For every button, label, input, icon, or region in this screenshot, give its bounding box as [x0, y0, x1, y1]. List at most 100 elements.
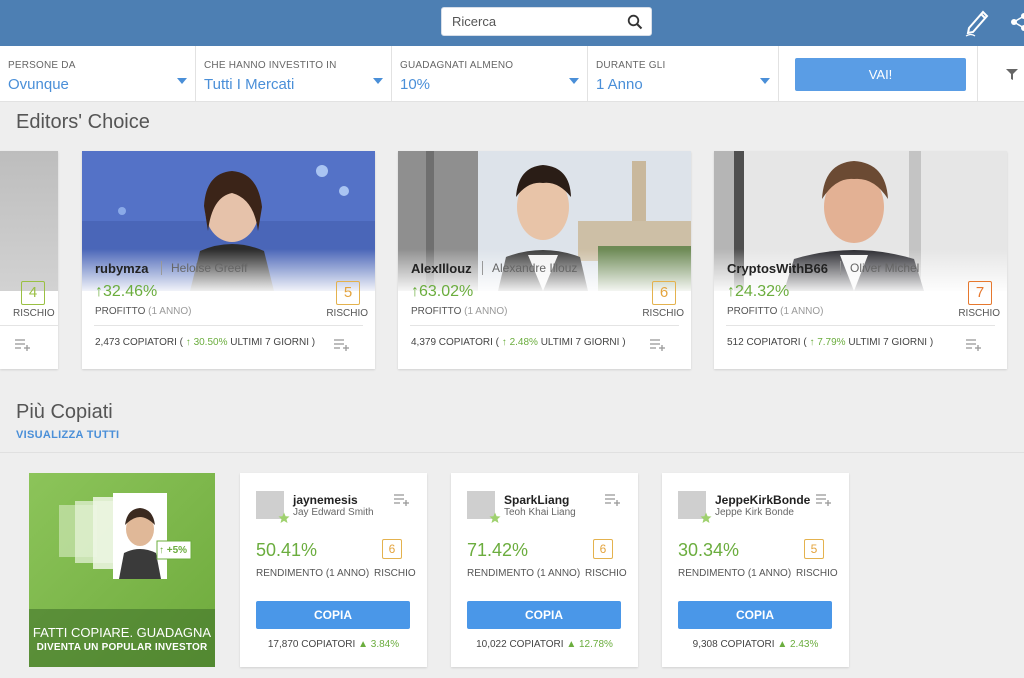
most-copied-card[interactable]: SparkLiang Teoh Khai Liang 71.42% RENDIM… [451, 473, 638, 667]
most-copied-card[interactable]: JeppeKirkBonde Jeppe Kirk Bonde 30.34% R… [662, 473, 849, 667]
share-icon[interactable] [1010, 12, 1024, 32]
filter-invested-in[interactable]: CHE HANNO INVESTITO IN Tutti I Mercati [196, 46, 392, 102]
arrow-up-icon: ↑ [95, 283, 103, 300]
filter-people-from[interactable]: PERSONE DA Ovunque [0, 46, 196, 102]
arrow-up-icon: ↑ [185, 337, 191, 348]
profit-percent: 63.02% [419, 283, 474, 300]
search-input[interactable] [452, 14, 622, 29]
profit-label: PROFITTO (1 ANNO) [727, 306, 824, 317]
profit-label-text: PROFITTO [411, 306, 462, 317]
arrow-up-icon: ▲ [777, 639, 788, 650]
profit-period: (1 ANNO) [148, 306, 192, 317]
trader-fullname: Alexandre Illouz [482, 261, 577, 275]
copiers-change: 12.78% [579, 639, 613, 650]
filter-min-gain[interactable]: GUADAGNATI ALMENO 10% [392, 46, 588, 102]
editor-card[interactable]: CryptosWithB66 Oliver Michel ↑24.32% PRO… [714, 151, 1007, 369]
trader-fullname: Oliver Michel [840, 261, 919, 275]
most-copied-title: Più Copiati [16, 401, 113, 423]
trader-username[interactable]: AlexIllouz [411, 261, 472, 276]
most-copied-card[interactable]: jaynemesis Jay Edward Smith 50.41% RENDI… [240, 473, 427, 667]
promo-headline: FATTI COPIARE. GUADAGNA [32, 625, 212, 640]
risk-label: RISCHIO [796, 568, 838, 579]
profit-label: PROFITTO (1 ANNO) [95, 306, 192, 317]
copiers-count: 4,379 COPIATORI ( [411, 337, 499, 348]
risk-label: RISCHIO [958, 308, 1000, 319]
risk-label: RISCHIO [642, 308, 684, 319]
filter-label: CHE HANNO INVESTITO IN [204, 60, 337, 71]
profit-label-text: PROFITTO [95, 306, 146, 317]
profit-value: ↑24.32% [727, 283, 789, 301]
copiers-change: 30.50% [193, 337, 228, 348]
caret-down-icon [569, 78, 579, 84]
arrow-up-icon: ↑ [727, 283, 735, 300]
trader-fullname: Jay Edward Smith [293, 507, 374, 518]
trader-username[interactable]: CryptosWithB66 [727, 261, 828, 276]
editor-card-partial[interactable]: 4 RISCHIO [0, 151, 58, 369]
promo-badge-text: +5% [166, 545, 188, 556]
profit-label-text: PROFITTO [727, 306, 778, 317]
copiers-stats: 9,308 COPIATORI ▲ 2.43% [662, 639, 849, 650]
trader-username[interactable]: jaynemesis [293, 493, 358, 507]
promo-subline: DIVENTA UN POPULAR INVESTOR [36, 642, 208, 653]
risk-score: 6 [652, 281, 676, 305]
divider [410, 325, 679, 326]
filter-label: PERSONE DA [8, 60, 76, 71]
profit-period: (1 ANNO) [464, 306, 508, 317]
filter-value: 10% [400, 76, 431, 93]
copiers-stats: 2,473 COPIATORI ( ↑ 30.50% ULTIMI 7 GIOR… [95, 337, 315, 348]
copiers-count: 17,870 COPIATORI [267, 639, 356, 650]
risk-score: 7 [968, 281, 992, 305]
editor-card[interactable]: AlexIllouz Alexandre Illouz ↑63.02% PROF… [398, 151, 691, 369]
trader-username[interactable]: rubymza [95, 261, 148, 276]
go-button[interactable]: VAI! [795, 58, 966, 91]
arrow-up-icon: ▲ [566, 639, 577, 650]
star-icon [278, 512, 290, 523]
copiers-count: 10,022 COPIATORI [476, 639, 564, 650]
copy-button[interactable]: COPIA [467, 601, 621, 629]
add-to-list-icon[interactable] [605, 494, 621, 506]
caret-down-icon [177, 78, 187, 84]
trader-fullname: Jeppe Kirk Bonde [715, 507, 794, 518]
risk-score: 6 [382, 539, 402, 559]
copiers-change: 7.79% [817, 337, 846, 348]
risk-label: RISCHIO [13, 308, 55, 319]
gain-value: 50.41% [256, 540, 318, 560]
view-all-link[interactable]: VISUALIZZA TUTTI [16, 429, 119, 441]
add-to-list-icon[interactable] [394, 494, 410, 506]
gain-value: 71.42% [467, 540, 529, 560]
copy-button[interactable]: COPIA [678, 601, 832, 629]
popular-investor-promo[interactable]: ↑ +5% FATTI COPIARE. GUADAGNA DIVENTA UN… [29, 473, 215, 667]
section-divider [0, 452, 1024, 453]
gain-value: 30.34% [678, 540, 740, 560]
promo-illustration [59, 493, 192, 579]
pencil-icon[interactable] [963, 6, 993, 38]
filter-period[interactable]: DURANTE GLI 1 Anno [588, 46, 779, 102]
search-icon[interactable] [627, 14, 643, 30]
trader-username[interactable]: JeppeKirkBonde [715, 493, 810, 507]
add-to-list-icon[interactable] [15, 339, 31, 351]
filter-value: Ovunque [8, 76, 69, 93]
promo-badge: ↑ +5% [159, 545, 187, 556]
star-icon [700, 512, 712, 523]
copy-button[interactable]: COPIA [256, 601, 410, 629]
caret-down-icon [373, 78, 383, 84]
arrow-up-icon: ↑ [411, 283, 419, 300]
copiers-change: 2.43% [790, 639, 819, 650]
risk-score: 6 [593, 539, 613, 559]
top-bar [0, 0, 1024, 46]
add-to-list-icon[interactable] [966, 339, 982, 351]
risk-score: 5 [336, 281, 360, 305]
gain-label: RENDIMENTO (1 ANNO) [467, 568, 581, 579]
gain-label: RENDIMENTO (1 ANNO) [256, 568, 370, 579]
funnel-icon[interactable] [1006, 69, 1018, 80]
add-to-list-icon[interactable] [816, 494, 832, 506]
arrow-up-icon: ↑ [159, 545, 164, 556]
trader-username[interactable]: SparkLiang [504, 493, 569, 507]
editor-card[interactable]: rubymza Heloise Greeff ↑32.46% PROFITTO … [82, 151, 375, 369]
divider [94, 325, 363, 326]
filter-label: DURANTE GLI [596, 60, 666, 71]
add-to-list-icon[interactable] [334, 339, 350, 351]
add-to-list-icon[interactable] [650, 339, 666, 351]
search-box[interactable] [441, 7, 652, 36]
profit-value: ↑32.46% [95, 283, 157, 301]
